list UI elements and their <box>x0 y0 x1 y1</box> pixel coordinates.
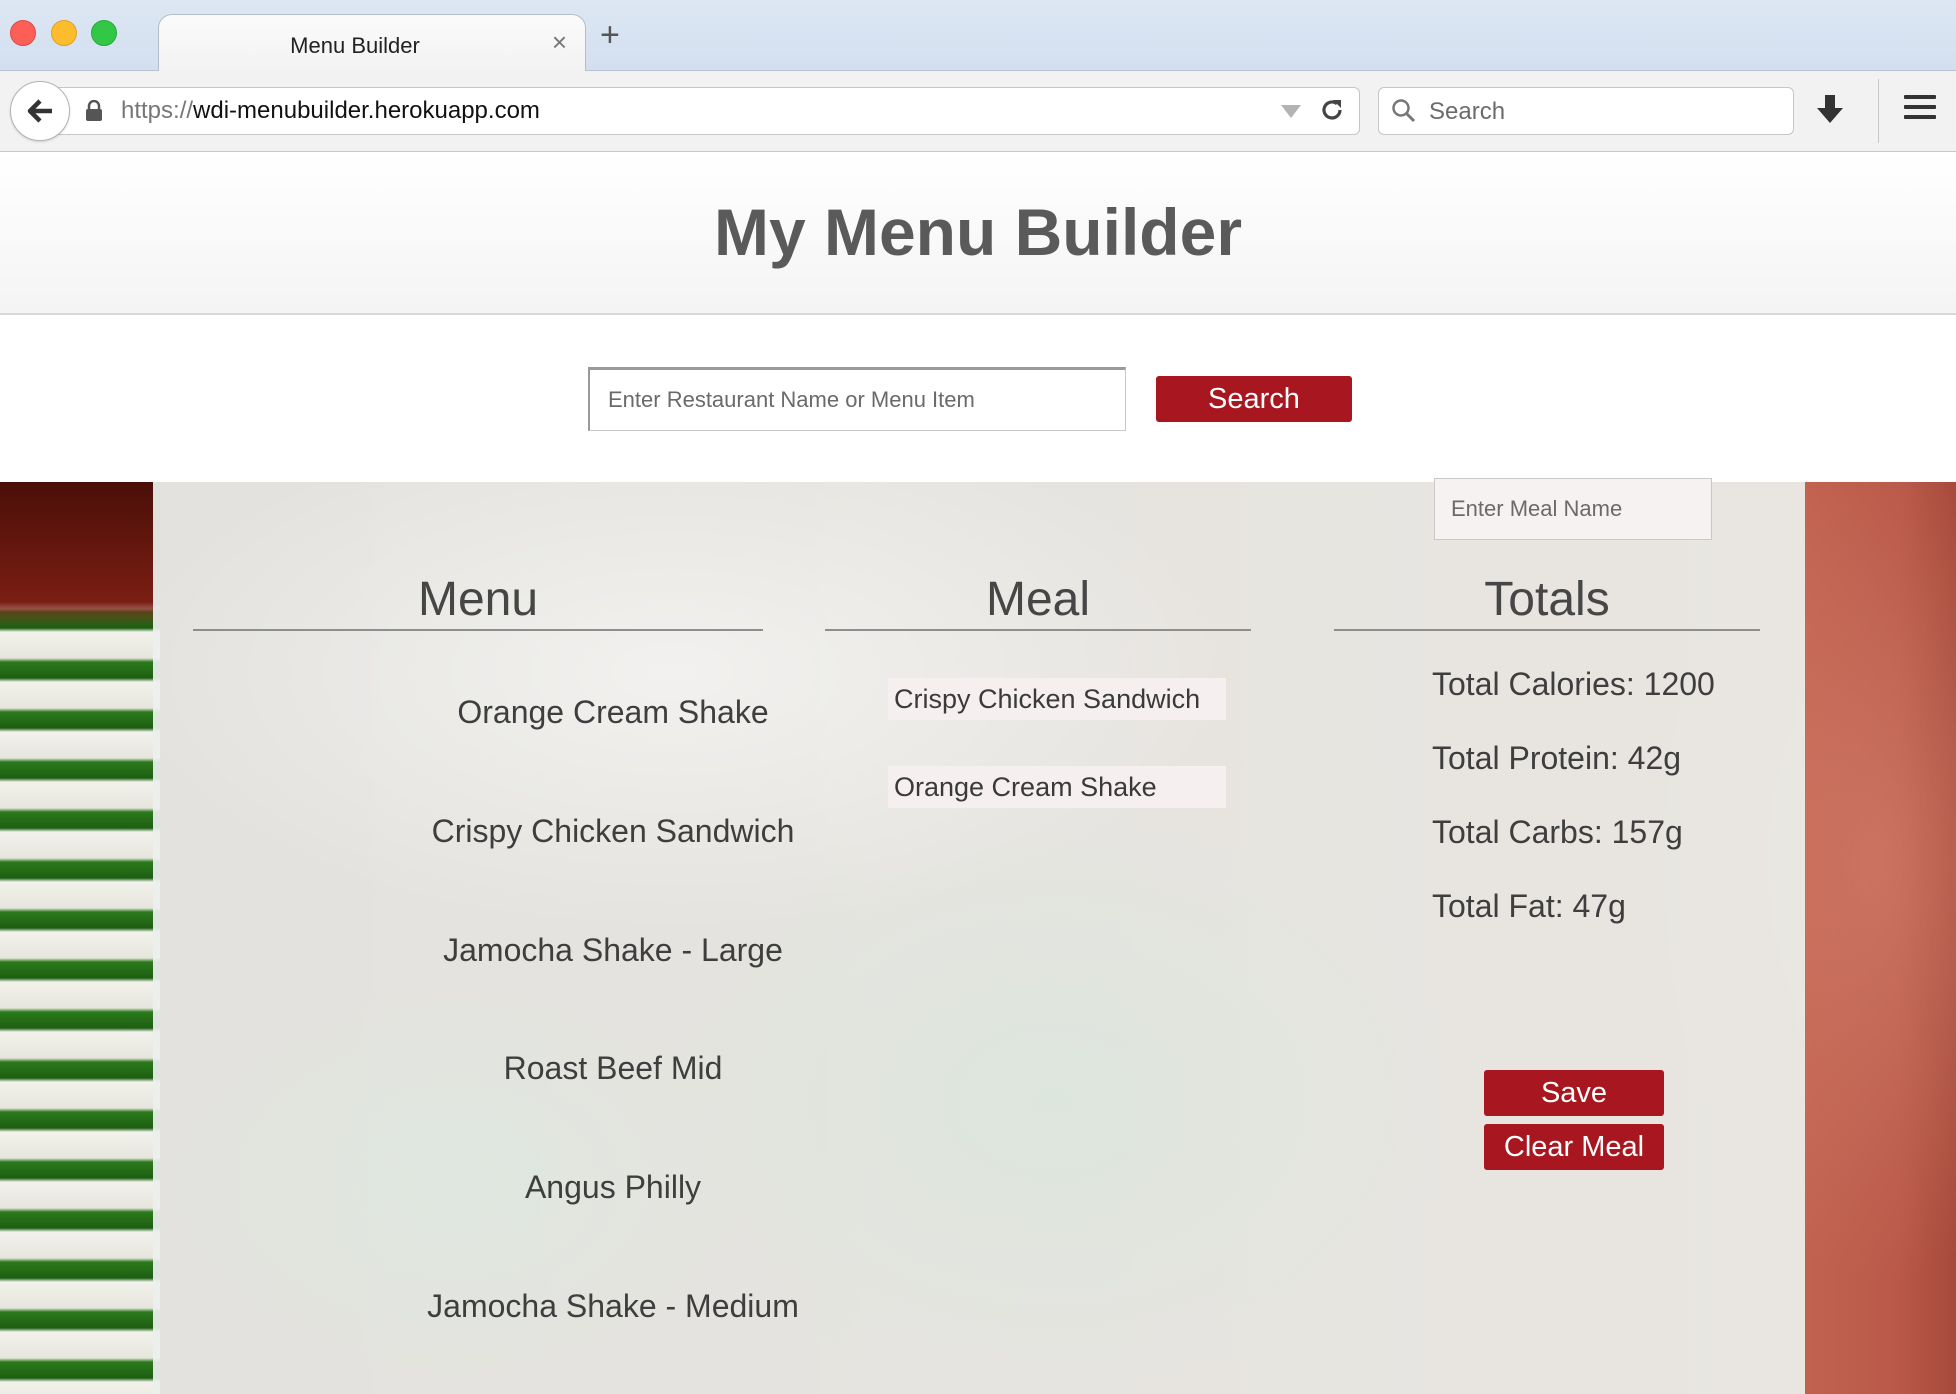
meal-item[interactable]: Crispy Chicken Sandwich <box>888 678 1226 720</box>
address-bar[interactable]: https://wdi-menubuilder.herokuapp.com <box>58 87 1360 135</box>
background-cup-image <box>0 482 160 1394</box>
menu-item[interactable]: Angus Philly <box>313 1169 913 1206</box>
tab-title: Menu Builder <box>290 33 420 58</box>
browser-search-bar[interactable]: Search <box>1378 87 1794 135</box>
menu-item[interactable]: Jamocha Shake - Large <box>313 932 913 969</box>
search-section: Search <box>0 315 1956 482</box>
menu-heading: Menu <box>417 573 539 626</box>
menu-divider <box>193 629 763 631</box>
meal-heading: Meal <box>985 573 1091 626</box>
menu-item[interactable]: Roast Beef Mid <box>313 1050 913 1087</box>
lock-icon <box>86 100 102 121</box>
browser-toolbar: https://wdi-menubuilder.herokuapp.com Se… <box>0 71 1956 152</box>
menu-item[interactable]: Jamocha Shake - Medium <box>313 1288 913 1325</box>
back-arrow-icon <box>27 99 52 123</box>
browser-search-placeholder: Search <box>1429 98 1506 125</box>
browser-tab[interactable]: Menu Builder × <box>158 14 586 73</box>
url-text: https://wdi-menubuilder.herokuapp.com <box>121 97 540 125</box>
browser-tab-bar: Menu Builder × + <box>0 0 1956 73</box>
meal-item[interactable]: Orange Cream Shake <box>888 766 1226 808</box>
total-fat: Total Fat: 47g <box>1432 888 1626 924</box>
history-dropdown-icon[interactable] <box>1281 105 1301 118</box>
zoom-window-button[interactable] <box>91 20 117 46</box>
clear-meal-button[interactable]: Clear Meal <box>1484 1124 1664 1170</box>
tab-close-icon[interactable]: × <box>552 27 567 58</box>
download-icon[interactable] <box>1814 93 1846 127</box>
total-protein: Total Protein: 42g <box>1432 740 1682 776</box>
menu-item[interactable]: Crispy Chicken Sandwich <box>313 813 913 850</box>
totals-heading: Totals <box>1484 573 1610 626</box>
total-calories: Total Calories: 1200 <box>1432 666 1715 702</box>
search-icon <box>1392 99 1416 123</box>
page-title: My Menu Builder <box>713 195 1243 269</box>
toolbar-divider <box>1878 79 1879 143</box>
url-host: wdi-menubuilder.herokuapp.com <box>193 97 540 124</box>
meal-divider <box>825 629 1251 631</box>
minimize-window-button[interactable] <box>51 20 77 46</box>
restaurant-search-input[interactable] <box>588 367 1126 431</box>
reload-icon[interactable] <box>1319 97 1345 123</box>
meal-name-input[interactable] <box>1434 478 1712 540</box>
new-tab-button[interactable]: + <box>600 18 620 52</box>
page-header: My Menu Builder <box>0 152 1956 315</box>
search-button[interactable]: Search <box>1156 376 1352 422</box>
total-carbs: Total Carbs: 157g <box>1432 814 1683 850</box>
url-protocol: https:// <box>121 97 194 124</box>
menu-item[interactable]: Orange Cream Shake <box>313 694 913 731</box>
hamburger-menu-icon[interactable] <box>1904 95 1936 125</box>
close-window-button[interactable] <box>10 20 36 46</box>
totals-divider <box>1334 629 1760 631</box>
save-button[interactable]: Save <box>1484 1070 1664 1116</box>
back-button[interactable] <box>10 81 70 141</box>
